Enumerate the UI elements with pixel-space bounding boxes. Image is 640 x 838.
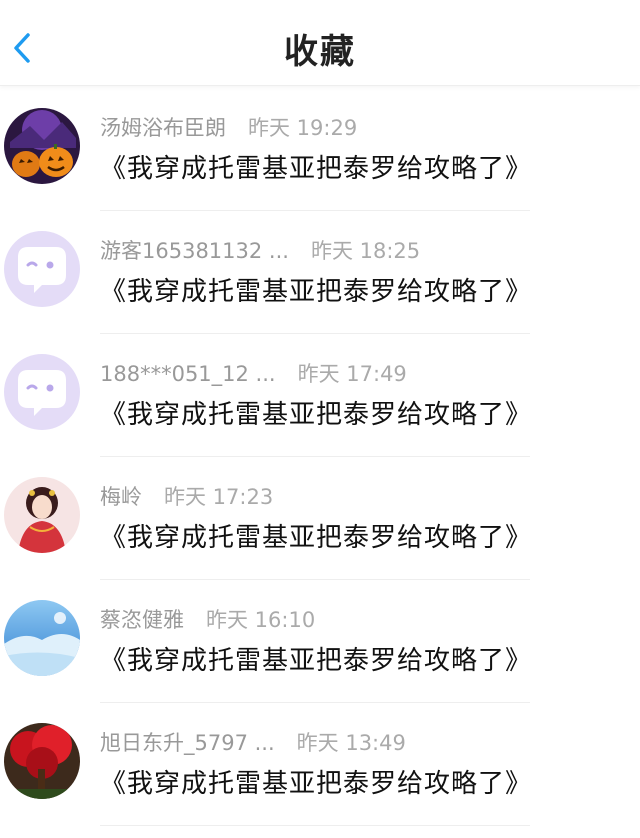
item-meta: 游客165381132 ... 昨天 18:25 <box>100 235 420 265</box>
timestamp: 昨天 17:23 <box>164 485 274 509</box>
list-item[interactable]: 188***051_12 ... 昨天 17:49 《我穿成托雷基亚把泰罗给攻略了… <box>0 334 640 457</box>
list-item[interactable]: 游客165381132 ... 昨天 18:25 《我穿成托雷基亚把泰罗给攻略了》 <box>0 211 640 334</box>
timestamp: 昨天 19:29 <box>248 116 358 140</box>
item-meta: 梅岭 昨天 17:23 <box>100 481 273 511</box>
timestamp: 昨天 16:10 <box>206 608 316 632</box>
red-tree-avatar[interactable] <box>4 723 80 799</box>
username[interactable]: 梅岭 <box>100 481 142 511</box>
item-meta: 188***051_12 ... 昨天 17:49 <box>100 358 407 388</box>
book-title[interactable]: 《我穿成托雷基亚把泰罗给攻略了》 <box>100 763 532 800</box>
username[interactable]: 游客165381132 ... <box>100 235 289 265</box>
book-title[interactable]: 《我穿成托雷基亚把泰罗给攻略了》 <box>100 394 532 431</box>
anime-girl-avatar[interactable] <box>4 477 80 553</box>
timestamp: 昨天 13:49 <box>296 731 406 755</box>
blue-winter-scene-avatar[interactable] <box>4 600 80 676</box>
book-title[interactable]: 《我穿成托雷基亚把泰罗给攻略了》 <box>100 271 532 308</box>
divider <box>100 825 530 826</box>
favorites-list: 汤姆浴布臣朗 昨天 19:29 《我穿成托雷基亚把泰罗给攻略了》 游客165381… <box>0 88 640 826</box>
username[interactable]: 蔡恣健雅 <box>100 604 184 634</box>
book-title[interactable]: 《我穿成托雷基亚把泰罗给攻略了》 <box>100 517 532 554</box>
item-meta: 旭日东升_5797 ... 昨天 13:49 <box>100 727 406 757</box>
book-title[interactable]: 《我穿成托雷基亚把泰罗给攻略了》 <box>100 640 532 677</box>
list-item[interactable]: 旭日东升_5797 ... 昨天 13:49 《我穿成托雷基亚把泰罗给攻略了》 <box>0 703 640 826</box>
list-item[interactable]: 蔡恣健雅 昨天 16:10 《我穿成托雷基亚把泰罗给攻略了》 <box>0 580 640 703</box>
list-item[interactable]: 汤姆浴布臣朗 昨天 19:29 《我穿成托雷基亚把泰罗给攻略了》 <box>0 88 640 211</box>
halloween-pumpkin-avatar[interactable] <box>4 108 80 184</box>
timestamp: 昨天 17:49 <box>297 362 407 386</box>
book-title[interactable]: 《我穿成托雷基亚把泰罗给攻略了》 <box>100 148 532 185</box>
page-title: 收藏 <box>284 32 356 72</box>
username[interactable]: 188***051_12 ... <box>100 362 276 386</box>
top-bar: 收藏 <box>0 0 640 86</box>
item-meta: 汤姆浴布臣朗 昨天 19:29 <box>100 112 357 142</box>
username[interactable]: 汤姆浴布臣朗 <box>100 112 226 142</box>
list-item[interactable]: 梅岭 昨天 17:23 《我穿成托雷基亚把泰罗给攻略了》 <box>0 457 640 580</box>
item-meta: 蔡恣健雅 昨天 16:10 <box>100 604 315 634</box>
default-chat-bubble-avatar[interactable] <box>4 231 80 307</box>
username[interactable]: 旭日东升_5797 ... <box>100 727 275 757</box>
default-chat-bubble-avatar[interactable] <box>4 354 80 430</box>
timestamp: 昨天 18:25 <box>310 239 421 263</box>
